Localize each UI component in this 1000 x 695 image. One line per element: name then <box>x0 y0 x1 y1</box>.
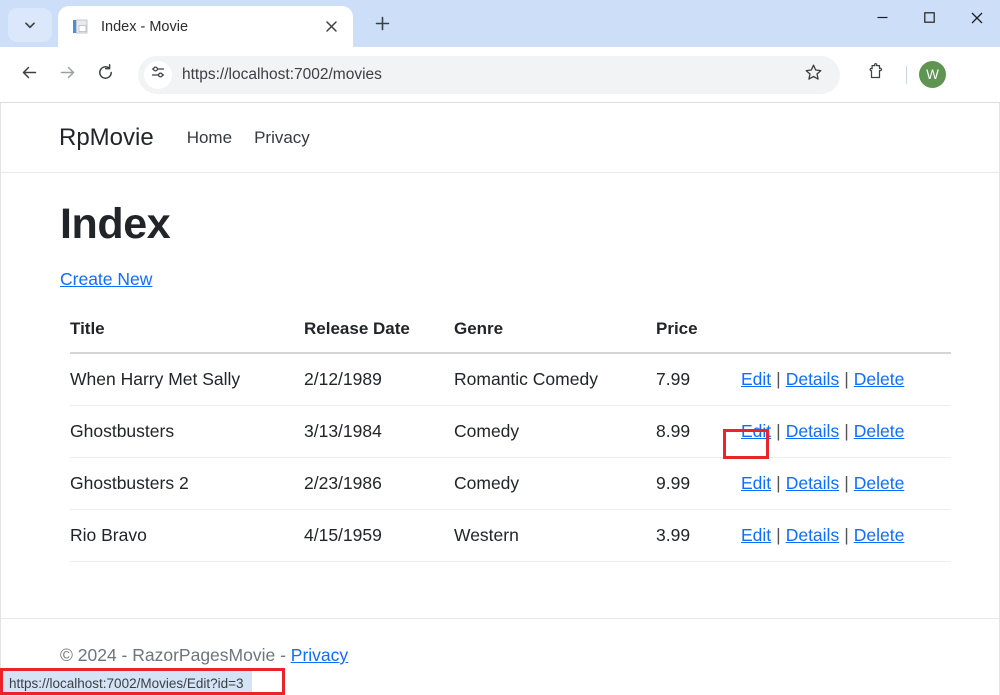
chevron-down-icon <box>23 18 37 32</box>
details-link[interactable]: Details <box>786 421 840 441</box>
window-minimize-button[interactable] <box>859 0 906 40</box>
column-header-title: Title <box>70 319 304 353</box>
details-link[interactable]: Details <box>786 525 840 545</box>
movies-table-body: When Harry Met Sally 2/12/1989 Romantic … <box>70 353 951 562</box>
table-row: When Harry Met Sally 2/12/1989 Romantic … <box>70 353 951 406</box>
tab-search-button[interactable] <box>8 8 52 42</box>
new-tab-button[interactable] <box>365 9 399 43</box>
extensions-button[interactable] <box>860 58 894 92</box>
cell-price: 3.99 <box>656 510 741 562</box>
edit-link[interactable]: Edit <box>741 525 771 545</box>
action-separator: | <box>844 369 849 389</box>
document-favicon <box>72 18 89 35</box>
browser-tab[interactable]: Index - Movie <box>58 6 353 47</box>
cell-release-date: 4/15/1959 <box>304 510 454 562</box>
delete-link[interactable]: Delete <box>854 369 905 389</box>
cell-genre: Western <box>454 510 656 562</box>
cell-release-date: 2/23/1986 <box>304 458 454 510</box>
profile-avatar[interactable]: W <box>919 61 946 88</box>
table-row: Ghostbusters 2 2/23/1986 Comedy 9.99 Edi… <box>70 458 951 510</box>
delete-link[interactable]: Delete <box>854 473 905 493</box>
reload-button[interactable] <box>86 56 124 94</box>
navbar-link-home[interactable]: Home <box>187 128 232 148</box>
window-maximize-button[interactable] <box>906 0 953 40</box>
chrome-menu-button[interactable] <box>956 58 986 92</box>
delete-link[interactable]: Delete <box>854 421 905 441</box>
column-header-release-date: Release Date <box>304 319 454 353</box>
details-link[interactable]: Details <box>786 473 840 493</box>
site-settings-button[interactable] <box>144 61 172 89</box>
navbar-link-privacy[interactable]: Privacy <box>254 128 310 148</box>
movies-table-head: Title Release Date Genre Price <box>70 319 951 353</box>
plus-icon <box>375 16 390 36</box>
cell-actions: Edit|Details|Delete <box>741 458 951 510</box>
cell-title: Ghostbusters 2 <box>70 458 304 510</box>
toolbar-separator <box>906 66 907 84</box>
reload-icon <box>96 63 115 87</box>
cell-title: When Harry Met Sally <box>70 353 304 406</box>
cell-genre: Comedy <box>454 406 656 458</box>
create-new-link[interactable]: Create New <box>60 269 152 290</box>
site-navbar: RpMovie Home Privacy <box>1 103 999 173</box>
minimize-icon <box>876 11 889 29</box>
cell-actions: Edit|Details|Delete <box>741 510 951 562</box>
status-bubble: https://localhost:7002/Movies/Edit?id=3 <box>1 671 252 695</box>
action-separator: | <box>844 525 849 545</box>
footer-copyright: © 2024 - RazorPagesMovie - <box>60 645 291 665</box>
action-separator: | <box>776 421 781 441</box>
page-content: Index Create New Title Release Date Genr… <box>1 173 999 562</box>
cell-title: Rio Bravo <box>70 510 304 562</box>
window-close-button[interactable] <box>953 0 1000 40</box>
action-separator: | <box>776 525 781 545</box>
footer-privacy-link[interactable]: Privacy <box>291 645 348 665</box>
back-button[interactable] <box>10 56 48 94</box>
close-icon <box>970 11 984 30</box>
arrow-right-icon <box>58 63 77 87</box>
star-icon <box>804 63 823 87</box>
window-controls <box>859 0 1000 40</box>
delete-link[interactable]: Delete <box>854 525 905 545</box>
tab-strip: Index - Movie <box>0 0 1000 47</box>
cell-release-date: 3/13/1984 <box>304 406 454 458</box>
table-row: Ghostbusters 3/13/1984 Comedy 8.99 Edit|… <box>70 406 951 458</box>
cell-title: Ghostbusters <box>70 406 304 458</box>
edit-link[interactable]: Edit <box>741 421 771 441</box>
arrow-left-icon <box>20 63 39 87</box>
address-bar-url[interactable]: https://localhost:7002/movies <box>182 66 798 84</box>
cell-release-date: 2/12/1989 <box>304 353 454 406</box>
tab-title: Index - Movie <box>101 19 319 35</box>
table-header-row: Title Release Date Genre Price <box>70 319 951 353</box>
maximize-icon <box>923 11 936 29</box>
action-separator: | <box>844 473 849 493</box>
edit-link[interactable]: Edit <box>741 369 771 389</box>
bookmark-star-button[interactable] <box>798 60 828 90</box>
column-header-genre: Genre <box>454 319 656 353</box>
cell-price: 8.99 <box>656 406 741 458</box>
sliders-icon <box>150 64 166 85</box>
site-brand[interactable]: RpMovie <box>59 124 154 152</box>
puzzle-piece-icon <box>867 62 887 87</box>
tab-close-button[interactable] <box>319 15 343 39</box>
details-link[interactable]: Details <box>786 369 840 389</box>
cell-price: 9.99 <box>656 458 741 510</box>
table-row: Rio Bravo 4/15/1959 Western 3.99 Edit|De… <box>70 510 951 562</box>
cell-actions: Edit|Details|Delete <box>741 353 951 406</box>
cell-genre: Comedy <box>454 458 656 510</box>
browser-window: Index - Movie <box>0 0 1000 695</box>
column-header-price: Price <box>656 319 741 353</box>
action-separator: | <box>776 369 781 389</box>
action-separator: | <box>844 421 849 441</box>
page-title: Index <box>60 203 999 246</box>
column-header-actions <box>741 319 951 353</box>
browser-toolbar: https://localhost:7002/movies W <box>0 47 1000 102</box>
cell-actions: Edit|Details|Delete <box>741 406 951 458</box>
forward-button[interactable] <box>48 56 86 94</box>
address-bar[interactable]: https://localhost:7002/movies <box>138 56 840 94</box>
cell-price: 7.99 <box>656 353 741 406</box>
action-separator: | <box>776 473 781 493</box>
page-viewport: RpMovie Home Privacy Index Create New Ti… <box>0 102 1000 695</box>
movies-table: Title Release Date Genre Price When Harr… <box>70 319 951 562</box>
cell-genre: Romantic Comedy <box>454 353 656 406</box>
edit-link[interactable]: Edit <box>741 473 771 493</box>
